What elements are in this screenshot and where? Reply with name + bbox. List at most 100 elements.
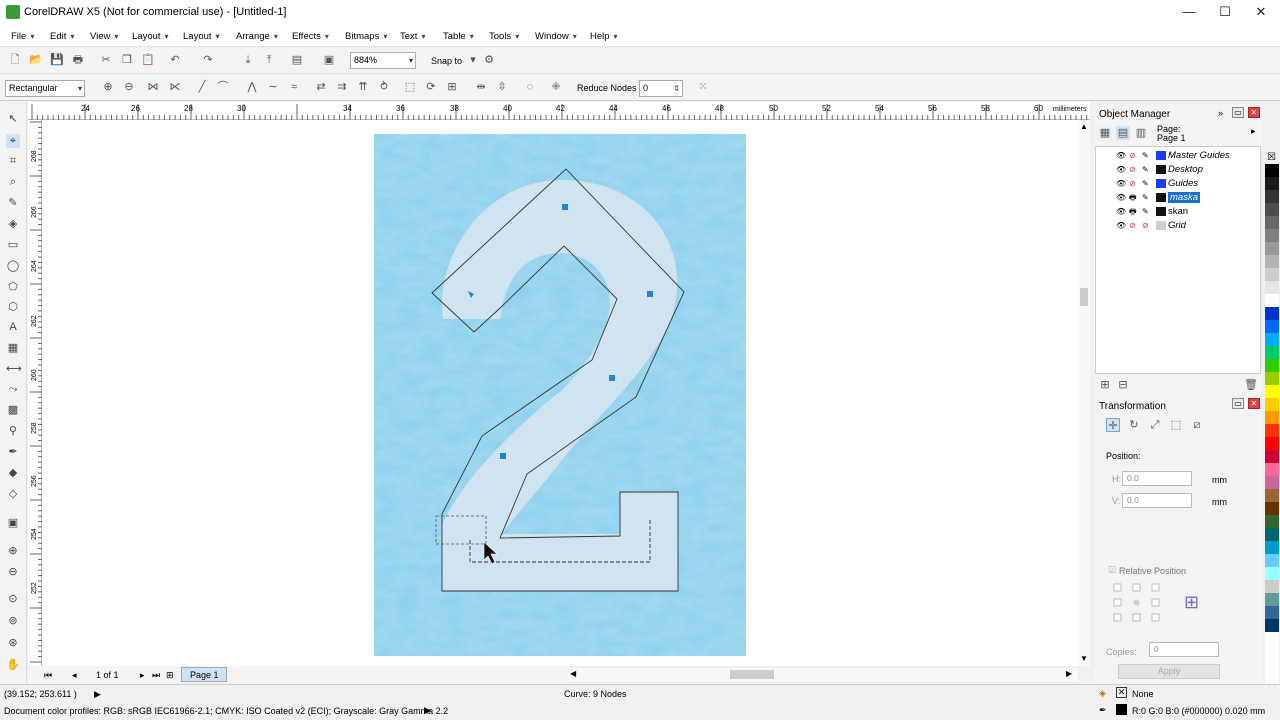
join-nodes-icon[interactable]: ⋈ <box>146 80 160 94</box>
edit-across-layers-icon[interactable]: ▤ <box>1116 126 1130 140</box>
minimize-button[interactable]: — <box>1174 2 1204 22</box>
palette-swatch[interactable] <box>1265 619 1279 632</box>
curve-smoothness-icon[interactable]: ⁙ <box>696 80 710 94</box>
maximize-button[interactable]: ☐ <box>1210 2 1240 22</box>
zoom-level-combo[interactable]: 884% ▾ <box>350 52 416 69</box>
add-node-icon[interactable]: ⊕ <box>101 80 115 94</box>
printer-icon[interactable]: 🖶 <box>1129 192 1137 204</box>
cusp-node-icon[interactable]: ⋀ <box>245 80 259 94</box>
menu-view[interactable]: View <box>90 31 118 42</box>
outline-pen-icon[interactable]: ✒ <box>6 445 20 459</box>
elastic-mode-icon[interactable]: ◌ <box>523 80 537 94</box>
eye-icon[interactable]: 👁 <box>1116 164 1126 176</box>
copy-icon[interactable]: ❐ <box>120 53 134 67</box>
align-nodes-icon[interactable]: ⊞ <box>445 80 459 94</box>
palette-swatch[interactable] <box>1265 229 1279 242</box>
zoom-out-icon[interactable]: ⊖ <box>6 565 20 579</box>
palette-swatch[interactable] <box>1265 424 1279 437</box>
menu-file[interactable]: File <box>11 31 34 42</box>
curve-node[interactable] <box>500 453 506 459</box>
connector-tool-icon[interactable]: ⤳ <box>6 382 20 396</box>
palette-swatch[interactable] <box>1265 515 1279 528</box>
select-all-nodes-icon[interactable]: ⁜ <box>549 80 563 94</box>
panel-minimize-button[interactable]: ▭ <box>1232 107 1244 118</box>
cut-icon[interactable]: ✂ <box>99 53 113 67</box>
menu-layout-2[interactable]: Layout <box>183 31 220 42</box>
eye-icon[interactable]: 👁 <box>1116 150 1126 162</box>
smooth-node-icon[interactable]: ∼ <box>266 80 280 94</box>
rectangle-tool-icon[interactable]: ▭ <box>6 238 20 252</box>
layer-item[interactable]: 👁 🖶 ✎ skan <box>1096 205 1262 219</box>
open-icon[interactable]: 📂 <box>29 53 43 67</box>
printer-disabled-icon[interactable]: ⊘ <box>1129 178 1136 190</box>
import-icon[interactable]: ⤓ <box>241 53 255 67</box>
palette-swatch[interactable] <box>1265 242 1279 255</box>
selection-mode-combo[interactable]: Rectangular ▾ <box>5 80 85 97</box>
palette-swatch[interactable] <box>1265 177 1279 190</box>
palette-swatch[interactable] <box>1265 567 1279 580</box>
printer-disabled-icon[interactable]: ⊘ <box>1129 164 1136 176</box>
close-button[interactable]: ✕ <box>1246 2 1276 22</box>
no-color-swatch[interactable]: ☒ <box>1267 152 1276 163</box>
palette-swatch[interactable] <box>1265 541 1279 554</box>
skew-tab-icon[interactable]: ⧄ <box>1190 418 1204 432</box>
layer-item[interactable]: 👁 ⊘ ✎ Desktop <box>1096 163 1262 177</box>
zoom-to-width-icon[interactable]: ⊛ <box>6 636 20 650</box>
scroll-left-icon[interactable]: ◀ <box>570 669 576 678</box>
palette-swatch[interactable] <box>1265 281 1279 294</box>
horizontal-scroll-thumb[interactable] <box>730 670 774 679</box>
size-tab-icon[interactable]: ⬚ <box>1169 418 1183 432</box>
relative-position-checkbox[interactable]: ☑ <box>1108 565 1116 576</box>
page-tab[interactable]: Page 1 <box>181 667 227 682</box>
table-tool-icon[interactable]: ▦ <box>6 341 20 355</box>
add-page-icon[interactable]: ⊞ <box>166 670 174 681</box>
welcome-screen-icon[interactable]: ▣ <box>322 53 336 67</box>
zoom-tool-icon[interactable]: ⌕ <box>6 175 20 189</box>
palette-swatch[interactable] <box>1265 320 1279 333</box>
break-curve-icon[interactable]: ⋉ <box>168 80 182 94</box>
screen-capture-icon[interactable]: ▣ <box>6 516 20 530</box>
new-document-icon[interactable]: 🗋 <box>8 53 22 67</box>
menu-effects[interactable]: Effects <box>292 31 329 42</box>
last-page-icon[interactable]: ⏭ <box>152 670 160 681</box>
eye-icon[interactable]: 👁 <box>1116 206 1126 218</box>
palette-swatch[interactable] <box>1265 203 1279 216</box>
palette-swatch[interactable] <box>1265 385 1279 398</box>
reduce-nodes-input[interactable]: 0 ⇕ <box>639 80 683 97</box>
palette-swatch[interactable] <box>1265 489 1279 502</box>
previous-page-icon[interactable]: ◂ <box>72 670 77 681</box>
palette-swatch[interactable] <box>1265 502 1279 515</box>
horizontal-scrollbar[interactable]: ◀ ▶ <box>568 668 1078 681</box>
palette-swatch[interactable] <box>1265 268 1279 281</box>
palette-swatch[interactable] <box>1265 580 1279 593</box>
apply-button[interactable]: Apply <box>1118 664 1220 679</box>
to-curve-icon[interactable]: ⌒ <box>216 80 230 94</box>
menu-text[interactable]: Text <box>400 31 425 42</box>
palette-swatch[interactable] <box>1265 307 1279 320</box>
reflect-vertical-icon[interactable]: ⇳ <box>495 80 509 94</box>
layer-item-selected[interactable]: 👁 🖶 ✎ maska <box>1096 191 1262 205</box>
basic-shapes-icon[interactable]: ⬡ <box>6 300 20 314</box>
pencil-icon[interactable]: ✎ <box>1142 178 1149 190</box>
panel-close-button[interactable]: ✕ <box>1248 107 1260 118</box>
palette-swatch[interactable] <box>1265 528 1279 541</box>
eye-icon[interactable]: 👁 <box>1116 220 1126 232</box>
reflect-horizontal-icon[interactable]: ⇹ <box>474 80 488 94</box>
eye-icon[interactable]: 👁 <box>1116 178 1126 190</box>
vertical-ruler[interactable]: 268 266 264 262 260 258 256 254 252 <box>28 120 42 666</box>
menu-arrange[interactable]: Arrange <box>236 31 278 42</box>
palette-swatch[interactable] <box>1265 463 1279 476</box>
drawing-canvas[interactable] <box>42 120 1078 666</box>
palette-swatch[interactable] <box>1265 346 1279 359</box>
position-tab-icon[interactable]: ✛ <box>1106 418 1120 432</box>
pencil-icon[interactable]: ✎ <box>1142 164 1149 176</box>
scale-tab-icon[interactable]: ⤢ <box>1148 418 1162 432</box>
options-icon[interactable]: ⚙ <box>482 53 496 67</box>
copies-input[interactable]: 0 <box>1149 642 1219 657</box>
polygon-tool-icon[interactable]: ⬠ <box>6 280 20 294</box>
panel-menu-icon[interactable]: ▸ <box>1251 126 1256 137</box>
save-icon[interactable]: 💾 <box>50 53 64 67</box>
rotate-tab-icon[interactable]: ↻ <box>1127 418 1141 432</box>
extend-curve-icon[interactable]: ⇉ <box>335 80 349 94</box>
menu-table[interactable]: Table <box>443 31 474 42</box>
